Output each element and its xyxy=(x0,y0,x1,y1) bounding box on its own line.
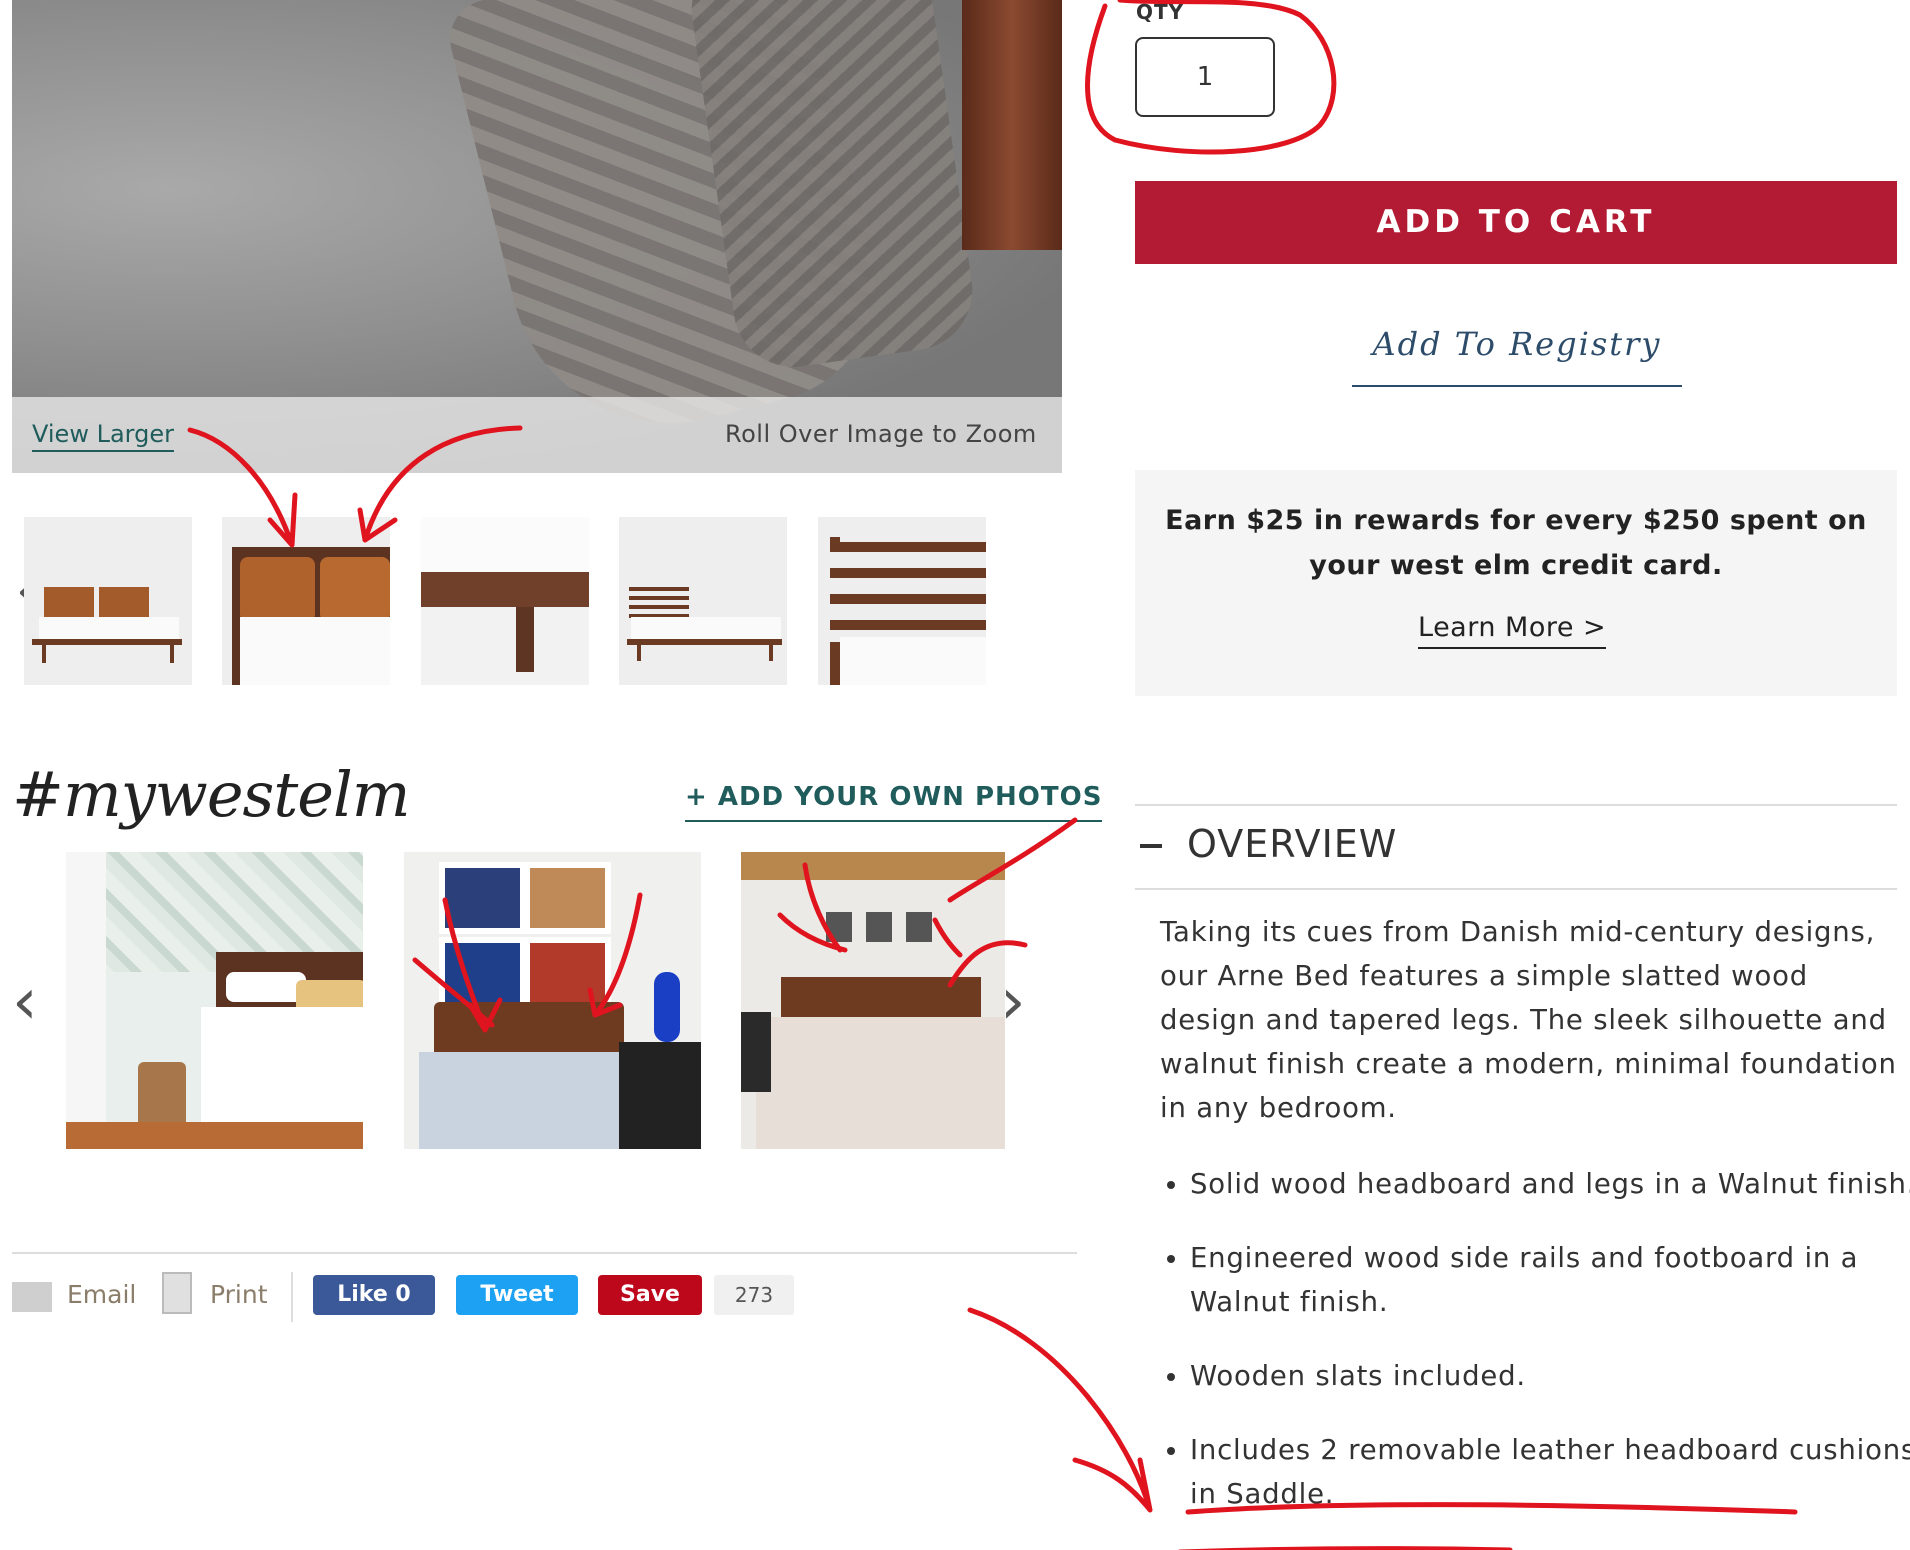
tweet-button[interactable]: Tweet xyxy=(456,1275,578,1315)
qty-input[interactable]: 1 xyxy=(1135,37,1275,117)
print-link[interactable]: Print xyxy=(210,1280,268,1309)
print-icon[interactable] xyxy=(162,1272,192,1314)
arrow-annotation xyxy=(967,1307,1153,1513)
pin-count: 273 xyxy=(714,1275,794,1315)
feature-item: Solid wood headboard and legs in a Walnu… xyxy=(1190,1162,1910,1206)
ugc-photo-3[interactable] xyxy=(741,852,1005,1149)
qty-label: QTY xyxy=(1136,0,1185,24)
overview-top-divider xyxy=(1135,804,1897,806)
overview-heading[interactable]: OVERVIEW xyxy=(1187,822,1397,866)
feature-item: Includes 2 removable leather headboard c… xyxy=(1190,1428,1910,1516)
overview-bottom-divider xyxy=(1135,888,1897,890)
add-to-cart-button[interactable]: ADD TO CART xyxy=(1135,181,1897,264)
thumbnail-4[interactable] xyxy=(619,517,787,685)
add-your-own-photos-link[interactable]: + ADD YOUR OWN PHOTOS xyxy=(685,782,1103,822)
overview-description: Taking its cues from Danish mid-century … xyxy=(1160,916,1897,1124)
thumbnail-1[interactable] xyxy=(24,517,192,685)
facebook-like-button[interactable]: Like 0 xyxy=(313,1275,435,1315)
ugc-photo-2[interactable] xyxy=(404,852,701,1149)
ugc-prev-arrow-icon[interactable]: ‹ xyxy=(12,970,38,1034)
overview-features-list: Solid wood headboard and legs in a Walnu… xyxy=(1160,1162,1910,1546)
thumbnail-2[interactable] xyxy=(222,517,390,685)
share-separator xyxy=(291,1272,293,1322)
view-larger-link[interactable]: View Larger xyxy=(32,420,174,452)
collapse-minus-icon[interactable] xyxy=(1140,844,1162,848)
bedpost-graphic xyxy=(962,0,1062,250)
share-divider xyxy=(12,1252,1077,1254)
rewards-text: Earn $25 in rewards for every $250 spent… xyxy=(1165,505,1867,581)
feature-item: Wooden slats included. xyxy=(1190,1354,1910,1398)
mywestelm-logo: #mywestelm xyxy=(12,758,411,831)
email-icon[interactable] xyxy=(12,1282,52,1312)
feature-item: Engineered wood side rails and footboard… xyxy=(1190,1236,1910,1324)
email-share-link[interactable]: Email xyxy=(67,1280,136,1309)
thumbnail-3[interactable] xyxy=(421,517,589,685)
add-to-registry-link[interactable]: Add To Registry xyxy=(1352,325,1682,387)
roll-over-hint: Roll Over Image to Zoom xyxy=(725,420,1037,448)
pinterest-save-button[interactable]: Save xyxy=(598,1275,702,1315)
thumbnail-5[interactable] xyxy=(818,517,986,685)
ugc-photo-1[interactable] xyxy=(66,852,363,1149)
learn-more-link[interactable]: Learn More > xyxy=(1418,612,1607,649)
